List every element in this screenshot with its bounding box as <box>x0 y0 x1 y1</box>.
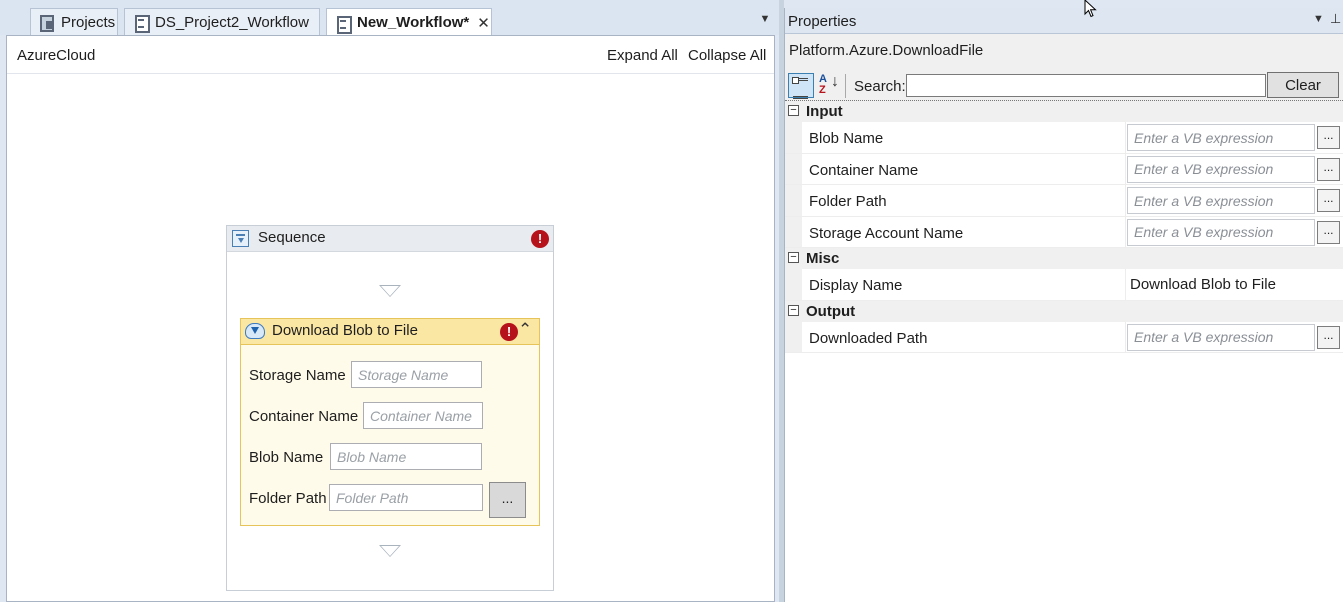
blob-name-expression-input[interactable] <box>1127 124 1315 151</box>
category-label: Misc <box>806 250 840 267</box>
sort-alphabetical-icon[interactable]: A Z ↓ <box>817 73 841 98</box>
breadcrumb[interactable]: AzureCloud <box>17 47 95 64</box>
workflow-designer: AzureCloud Expand All Collapse All Seque… <box>6 35 775 602</box>
storage-name-label: Storage Name <box>249 367 346 384</box>
container-name-input[interactable] <box>363 402 483 429</box>
folder-path-expression-input[interactable] <box>1127 187 1315 214</box>
column-divider <box>1125 321 1126 352</box>
document-icon <box>335 15 352 34</box>
category-label: Output <box>806 302 856 320</box>
properties-panel: Properties ▼ ⊥ Platform.Azure.DownloadFi… <box>784 8 1343 602</box>
tab-list-dropdown-icon[interactable]: ▼ <box>758 12 772 26</box>
tab-projects[interactable]: Projects <box>30 8 118 35</box>
drop-target-arrow-icon[interactable] <box>379 285 401 297</box>
document-icon <box>133 14 150 33</box>
properties-titlebar: Properties ▼ ⊥ <box>785 8 1343 34</box>
blob-name-label: Blob Name <box>249 449 324 466</box>
activity-header[interactable]: Download Blob to File ! ⌃ <box>241 319 539 345</box>
column-divider <box>1125 185 1126 216</box>
property-name: Blob Name <box>809 130 884 147</box>
sequence-title: Sequence <box>258 229 326 246</box>
tab-ds-project2-workflow-label: DS_Project2_Workflow <box>155 13 309 31</box>
expression-editor-button[interactable]: ... <box>1317 126 1340 149</box>
expression-editor-button[interactable]: ... <box>1317 220 1340 244</box>
collapse-category-icon[interactable]: − <box>788 304 799 316</box>
pin-icon[interactable]: ⊥ <box>1330 11 1341 27</box>
category-input: − Input <box>785 101 1343 122</box>
column-divider <box>1125 216 1126 247</box>
selected-type-name: Platform.Azure.DownloadFile <box>789 42 984 59</box>
cloud-download-icon <box>245 323 265 339</box>
property-search-input[interactable] <box>906 74 1266 97</box>
property-row-container-name: Container Name ... <box>785 153 1343 185</box>
category-label: Input <box>806 103 843 120</box>
selected-type-bar: Platform.Azure.DownloadFile <box>785 34 1343 71</box>
folder-path-label: Folder Path <box>249 490 327 507</box>
projects-icon <box>39 14 55 32</box>
expression-editor-button[interactable]: ... <box>1317 325 1340 349</box>
property-name: Display Name <box>809 277 903 294</box>
drop-target-arrow-icon[interactable] <box>379 545 401 557</box>
properties-toolbar: A Z ↓ Search: Clear <box>785 71 1343 101</box>
display-name-value[interactable]: Download Blob to File <box>1130 276 1276 293</box>
tab-projects-label: Projects <box>61 13 116 31</box>
folder-path-input[interactable] <box>329 484 483 511</box>
property-row-folder-path: Folder Path ... <box>785 185 1343 217</box>
error-icon[interactable]: ! <box>500 323 518 341</box>
collapse-category-icon[interactable]: − <box>788 105 799 116</box>
container-name-expression-input[interactable] <box>1127 155 1315 183</box>
downloaded-path-expression-input[interactable] <box>1127 323 1315 351</box>
category-misc: − Misc <box>785 248 1343 269</box>
property-name: Container Name <box>809 161 919 179</box>
browse-folder-button[interactable]: ... <box>489 482 526 518</box>
expression-editor-button[interactable]: ... <box>1317 157 1340 181</box>
column-divider <box>1125 153 1126 184</box>
expand-all-link[interactable]: Expand All <box>607 47 678 64</box>
property-row-downloaded-path: Downloaded Path ... <box>785 321 1343 353</box>
property-row-storage-account-name: Storage Account Name ... <box>785 216 1343 248</box>
document-tab-bar: Projects DS_Project2_Workflow New_Workfl… <box>0 0 779 36</box>
column-divider <box>1125 269 1126 300</box>
categorize-icon[interactable] <box>788 73 814 99</box>
category-output: − Output <box>785 300 1343 322</box>
property-row-blob-name: Blob Name ... <box>785 122 1343 154</box>
container-name-label: Container Name <box>249 408 359 425</box>
storage-account-name-expression-input[interactable] <box>1127 218 1315 246</box>
tab-new-workflow-label: New_Workflow* <box>357 14 470 31</box>
sequence-icon <box>232 230 249 247</box>
property-grid: − Input Blob Name ... Container Name ...… <box>785 101 1343 353</box>
activity-title: Download Blob to File <box>272 322 418 339</box>
clear-button[interactable]: Clear <box>1267 72 1339 98</box>
collapse-all-link[interactable]: Collapse All <box>688 47 766 64</box>
property-row-display-name: Display Name Download Blob to File <box>785 269 1343 301</box>
property-name: Folder Path <box>809 193 887 210</box>
tab-ds-project2-workflow[interactable]: DS_Project2_Workflow <box>124 8 320 35</box>
window-menu-dropdown-icon[interactable]: ▼ <box>1313 13 1324 25</box>
sequence-header[interactable]: Sequence ! <box>227 226 553 252</box>
designer-header: AzureCloud Expand All Collapse All <box>7 36 774 74</box>
column-divider <box>1125 122 1126 153</box>
search-label: Search: <box>854 78 906 95</box>
blob-name-input[interactable] <box>330 443 482 470</box>
sequence-activity[interactable]: Sequence ! Download Blob to File ! ⌃ Sto… <box>226 225 554 591</box>
collapse-chevron-icon[interactable]: ⌃ <box>518 320 532 340</box>
expression-editor-button[interactable]: ... <box>1317 189 1340 212</box>
error-icon[interactable]: ! <box>531 230 549 248</box>
close-icon[interactable]: ✕ <box>477 14 490 32</box>
toolbar-separator <box>845 74 846 98</box>
collapse-category-icon[interactable]: − <box>788 252 799 263</box>
storage-name-input[interactable] <box>351 361 482 388</box>
tab-new-workflow[interactable]: New_Workflow* ✕ <box>326 8 492 36</box>
property-name: Storage Account Name <box>809 224 964 242</box>
properties-title: Properties <box>788 13 857 30</box>
download-blob-activity[interactable]: Download Blob to File ! ⌃ Storage Name C… <box>240 318 540 526</box>
property-name: Downloaded Path <box>809 329 928 347</box>
